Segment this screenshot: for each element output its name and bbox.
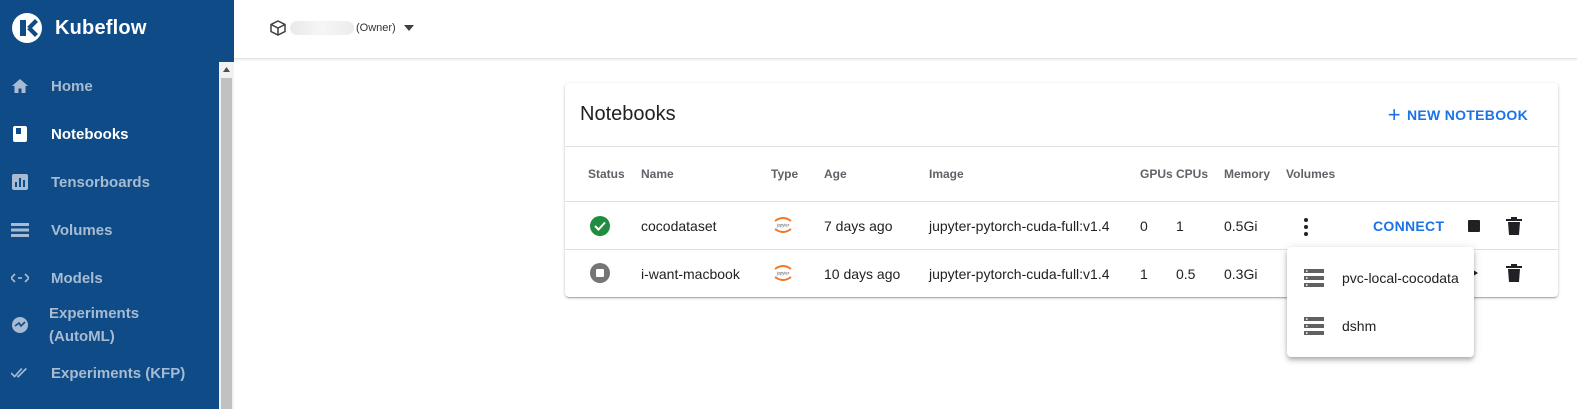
- jupyter-icon: jupyter: [774, 265, 792, 281]
- jupyter-icon: jupyter: [774, 217, 792, 233]
- sidebar-item-label: Home: [51, 77, 93, 95]
- notebook-name[interactable]: i-want-macbook: [641, 266, 740, 282]
- header-divider: [565, 146, 1558, 147]
- done-all-icon: [11, 364, 29, 382]
- sidebar-item-experiments-automl[interactable]: Experiments (AutoML): [0, 302, 219, 348]
- storage-icon: [11, 221, 29, 239]
- volume-menu-item[interactable]: pvc-local-cocodata: [1287, 254, 1474, 302]
- scroll-up-arrow-icon[interactable]: [219, 62, 234, 77]
- connect-button[interactable]: CONNECT: [1373, 218, 1444, 234]
- sidebar-item-models[interactable]: Models: [0, 267, 219, 289]
- plus-icon: +: [1387, 102, 1401, 127]
- notebook-cpus: 0.5: [1176, 266, 1196, 282]
- notebook-memory: 0.5Gi: [1224, 218, 1258, 234]
- sidebar-item-label: Tensorboards: [51, 173, 150, 191]
- brand[interactable]: Kubeflow: [0, 0, 234, 56]
- delete-icon[interactable]: [1506, 217, 1522, 235]
- column-header-gpus: GPUs: [1140, 167, 1173, 181]
- notebook-gpus: 0: [1140, 218, 1148, 234]
- notebook-age: 7 days ago: [824, 218, 893, 234]
- sidebar-scrollbar-thumb[interactable]: [221, 78, 232, 409]
- sidebar: Kubeflow Home Notebooks Tensorboards Vol…: [0, 0, 234, 409]
- dropdown-arrow-icon: [403, 25, 414, 31]
- status-running-icon: [590, 216, 610, 236]
- namespace-selector[interactable]: (Owner): [270, 16, 414, 40]
- kubeflow-logo-icon: [12, 13, 42, 43]
- volume-menu-item[interactable]: dshm: [1287, 302, 1474, 350]
- column-header-type: Type: [771, 167, 799, 181]
- column-header-image: Image: [929, 167, 964, 181]
- volumes-popup-menu: pvc-local-cocodata dshm: [1287, 247, 1474, 357]
- status-stopped-icon: [590, 263, 610, 283]
- namespace-box-icon: [270, 20, 286, 36]
- new-notebook-label: NEW NOTEBOOK: [1406, 107, 1528, 123]
- jupyter-icon-text: jupyter: [776, 223, 790, 228]
- notebook-icon: [11, 125, 29, 143]
- column-header-volumes: Volumes: [1286, 167, 1336, 181]
- home-icon: [11, 77, 29, 95]
- notebook-memory: 0.3Gi: [1224, 266, 1258, 282]
- sidebar-item-label: Experiments: [49, 305, 140, 322]
- column-header-age: Age: [824, 167, 847, 181]
- column-header-memory: Memory: [1224, 167, 1271, 181]
- sidebar-item-experiments-kfp[interactable]: Experiments (KFP): [0, 362, 219, 384]
- code-arrows-icon: [11, 269, 29, 287]
- app: Kubeflow Home Notebooks Tensorboards Vol…: [0, 0, 1577, 409]
- bar-chart-icon: [11, 173, 29, 191]
- sidebar-item-tensorboards[interactable]: Tensorboards: [0, 171, 219, 193]
- volume-label: pvc-local-cocodata: [1342, 270, 1459, 286]
- sidebar-item-volumes[interactable]: Volumes: [0, 219, 219, 241]
- notebook-cpus: 1: [1176, 218, 1184, 234]
- page-title: Notebooks: [580, 103, 676, 125]
- namespace-name-redacted: [290, 21, 354, 35]
- column-header-status: Status: [588, 167, 625, 181]
- notebook-age: 10 days ago: [824, 266, 901, 282]
- sidebar-item-notebooks[interactable]: Notebooks: [0, 123, 219, 145]
- delete-icon[interactable]: [1506, 264, 1522, 282]
- volumes-menu-button[interactable]: [1296, 217, 1316, 237]
- namespace-role: (Owner): [356, 22, 396, 34]
- sidebar-item-label: Experiments (KFP): [51, 364, 186, 382]
- stop-icon[interactable]: [1468, 220, 1480, 232]
- app-title: Kubeflow: [55, 16, 147, 39]
- volume-label: dshm: [1342, 318, 1377, 334]
- sidebar-item-label-line2: (AutoML): [49, 328, 115, 345]
- sidebar-item-label: Volumes: [51, 221, 113, 239]
- sidebar-item-label: Notebooks: [51, 125, 129, 143]
- storage-icon: [1304, 317, 1324, 335]
- notebook-image: jupyter-pytorch-cuda-full:v1.4: [929, 218, 1110, 234]
- column-header-name: Name: [641, 167, 674, 181]
- notebook-image: jupyter-pytorch-cuda-full:v1.4: [929, 266, 1110, 282]
- automl-icon: [11, 316, 29, 334]
- column-header-divider: [565, 201, 1558, 202]
- notebook-gpus: 1: [1140, 266, 1148, 282]
- column-header-cpus: CPUs: [1176, 167, 1209, 181]
- jupyter-icon-text: jupyter: [776, 271, 790, 276]
- sidebar-item-home[interactable]: Home: [0, 75, 219, 97]
- sidebar-item-label: Models: [51, 269, 103, 287]
- storage-icon: [1304, 269, 1324, 287]
- top-bar: (Owner): [234, 0, 1577, 59]
- notebook-name[interactable]: cocodataset: [641, 218, 717, 234]
- new-notebook-button[interactable]: + NEW NOTEBOOK: [1388, 103, 1528, 127]
